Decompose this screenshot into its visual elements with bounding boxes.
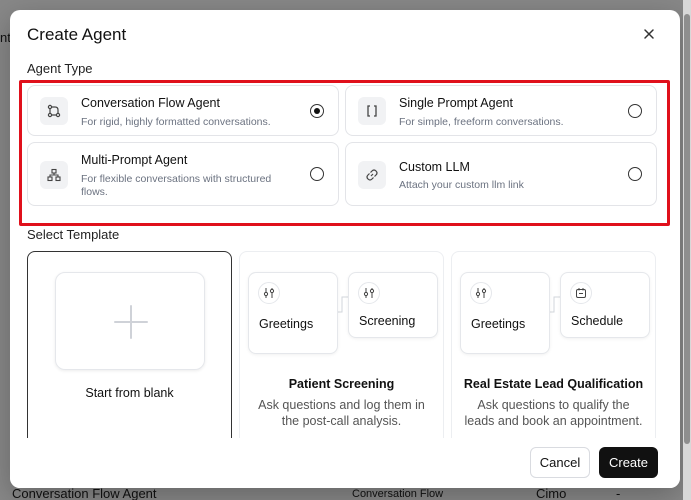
template-start-from-blank[interactable]: Start from blank — [27, 251, 232, 451]
sliders-icon — [358, 282, 380, 304]
radio-single-prompt[interactable] — [628, 104, 642, 118]
close-button[interactable] — [640, 25, 658, 43]
agent-card-desc: For simple, freeform conversations. — [399, 116, 564, 128]
create-button[interactable]: Create — [599, 447, 658, 478]
hierarchy-icon — [40, 161, 68, 189]
sliders-icon — [258, 282, 280, 304]
flow-node-label: Schedule — [571, 314, 624, 328]
create-agent-modal: Create Agent Agent Type Conversation Flo… — [10, 10, 680, 488]
template-name: Real Estate Lead Qualification — [463, 377, 644, 391]
template-desc-line: Ask questions and log them in — [258, 398, 425, 412]
agent-card-desc: Attach your custom llm link — [399, 179, 524, 191]
sliders-icon — [470, 282, 492, 304]
page-scrollbar[interactable] — [683, 0, 691, 500]
blank-preview — [55, 272, 205, 370]
flow-node: Schedule — [560, 272, 650, 338]
agent-card-single-prompt[interactable]: Single Prompt Agent For simple, freeform… — [345, 85, 657, 136]
agent-card-custom-llm[interactable]: Custom LLM Attach your custom llm link — [345, 142, 657, 206]
template-patient-screening[interactable]: Greetings Screening Patient Screening As… — [239, 251, 444, 451]
agent-card-title: Single Prompt Agent — [399, 96, 513, 110]
link-icon — [358, 161, 386, 189]
radio-conversation-flow[interactable] — [310, 104, 324, 118]
agent-card-conversation-flow[interactable]: Conversation Flow Agent For rigid, highl… — [27, 85, 339, 136]
agent-card-multi-prompt[interactable]: Multi-Prompt Agent For flexible conversa… — [27, 142, 339, 206]
template-desc-line: the post-call analysis. — [281, 414, 402, 428]
template-desc: Ask questions and log them in the post-c… — [248, 397, 435, 429]
radio-multi-prompt[interactable] — [310, 167, 324, 181]
modal-footer: Cancel Create — [10, 438, 680, 488]
template-real-estate-lead-qualification[interactable]: Greetings Schedule Real Estate Lead Qual… — [451, 251, 656, 451]
flow-node: Greetings — [248, 272, 338, 354]
template-desc: Ask questions to qualify the leads and b… — [460, 397, 647, 429]
plus-icon — [114, 305, 148, 339]
close-icon — [644, 29, 654, 39]
agent-card-desc: For flexible conversations with structur… — [81, 173, 272, 185]
scrollbar-thumb[interactable] — [684, 14, 690, 444]
flow-node: Screening — [348, 272, 438, 338]
agent-card-title: Custom LLM — [399, 160, 470, 174]
agent-card-desc: For rigid, highly formatted conversation… — [81, 116, 271, 128]
calendar-icon — [570, 282, 592, 304]
flow-node: Greetings — [460, 272, 550, 354]
agent-card-title: Multi-Prompt Agent — [81, 153, 188, 167]
agent-type-label: Agent Type — [27, 61, 93, 76]
agent-card-title: Conversation Flow Agent — [81, 96, 220, 110]
brackets-icon — [358, 97, 386, 125]
flow-icon — [40, 97, 68, 125]
modal-title: Create Agent — [27, 25, 127, 44]
select-template-label: Select Template — [27, 227, 120, 242]
template-desc-line: leads and book an appointment. — [464, 414, 643, 428]
agent-card-desc: flows. — [81, 186, 108, 198]
cancel-button[interactable]: Cancel — [530, 447, 590, 478]
radio-custom-llm[interactable] — [628, 167, 642, 181]
flow-node-label: Greetings — [471, 317, 526, 331]
template-name: Start from blank — [85, 386, 174, 400]
flow-node-label: Screening — [359, 314, 416, 328]
template-name: Patient Screening — [288, 377, 395, 391]
template-desc-line: Ask questions to qualify the — [477, 398, 630, 412]
flow-node-label: Greetings — [259, 317, 314, 331]
